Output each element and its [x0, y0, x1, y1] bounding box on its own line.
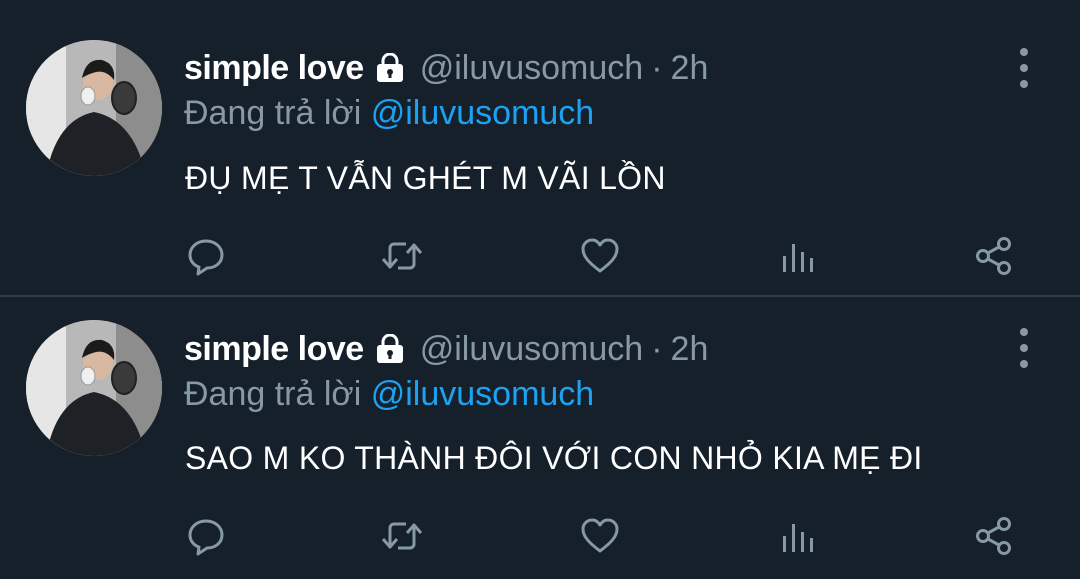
like-icon — [581, 238, 619, 273]
reply-icon — [188, 239, 224, 276]
reply-prefix: Đang trả lời — [184, 375, 362, 413]
reply-mention-link[interactable]: @iluvusomuch — [371, 375, 595, 413]
like-icon — [581, 518, 619, 553]
separator: · — [651, 329, 663, 368]
more-vertical-icon[interactable] — [1012, 328, 1036, 368]
timestamp[interactable]: 2h — [671, 49, 709, 88]
handle[interactable]: @iluvusomuch — [420, 49, 644, 88]
reply-mention-link[interactable]: @iluvusomuch — [371, 94, 595, 132]
reply-prefix: Đang trả lời — [184, 94, 362, 132]
share-button[interactable] — [972, 234, 1016, 278]
share-button[interactable] — [972, 514, 1016, 558]
analytics-icon — [783, 524, 813, 552]
more-vertical-icon[interactable] — [1012, 48, 1036, 88]
action-bar — [184, 514, 1020, 558]
retweet-button[interactable] — [380, 234, 424, 278]
tweet-text: ĐỤ MẸ T VẪN GHÉT M VÃI LỒN — [185, 160, 666, 196]
retweet-icon — [381, 522, 423, 550]
reply-button[interactable] — [184, 234, 228, 278]
display-name[interactable]: simple love — [184, 49, 364, 88]
handle[interactable]: @iluvusomuch — [420, 330, 644, 369]
share-icon — [976, 237, 1011, 275]
avatar[interactable] — [26, 40, 162, 176]
analytics-icon — [783, 244, 813, 272]
reply-button[interactable] — [184, 514, 228, 558]
display-name[interactable]: simple love — [184, 330, 364, 369]
lock-icon — [374, 334, 406, 364]
retweet-icon — [381, 242, 423, 270]
analytics-button[interactable] — [776, 234, 820, 278]
share-icon — [976, 517, 1011, 555]
retweet-button[interactable] — [380, 514, 424, 558]
reply-context: Đang trả lời @iluvusomuch — [184, 94, 594, 133]
like-button[interactable] — [578, 514, 622, 558]
reply-context: Đang trả lời @iluvusomuch — [184, 375, 594, 414]
tweet[interactable]: simple love @iluvusomuch · 2h Đang trả l… — [0, 0, 1080, 295]
action-bar — [184, 234, 1020, 278]
tweet[interactable]: simple love @iluvusomuch · 2h Đang trả l… — [0, 297, 1080, 579]
tweet-header: simple love @iluvusomuch · 2h — [184, 327, 708, 371]
analytics-button[interactable] — [776, 514, 820, 558]
timestamp[interactable]: 2h — [671, 330, 709, 369]
like-button[interactable] — [578, 234, 622, 278]
tweet-text: SAO M KO THÀNH ĐÔI VỚI CON NHỎ KIA MẸ ĐI — [185, 440, 923, 476]
reply-icon — [188, 519, 224, 556]
avatar[interactable] — [26, 320, 162, 456]
lock-icon — [374, 53, 406, 83]
tweet-header: simple love @iluvusomuch · 2h — [184, 46, 708, 90]
separator: · — [651, 48, 663, 87]
